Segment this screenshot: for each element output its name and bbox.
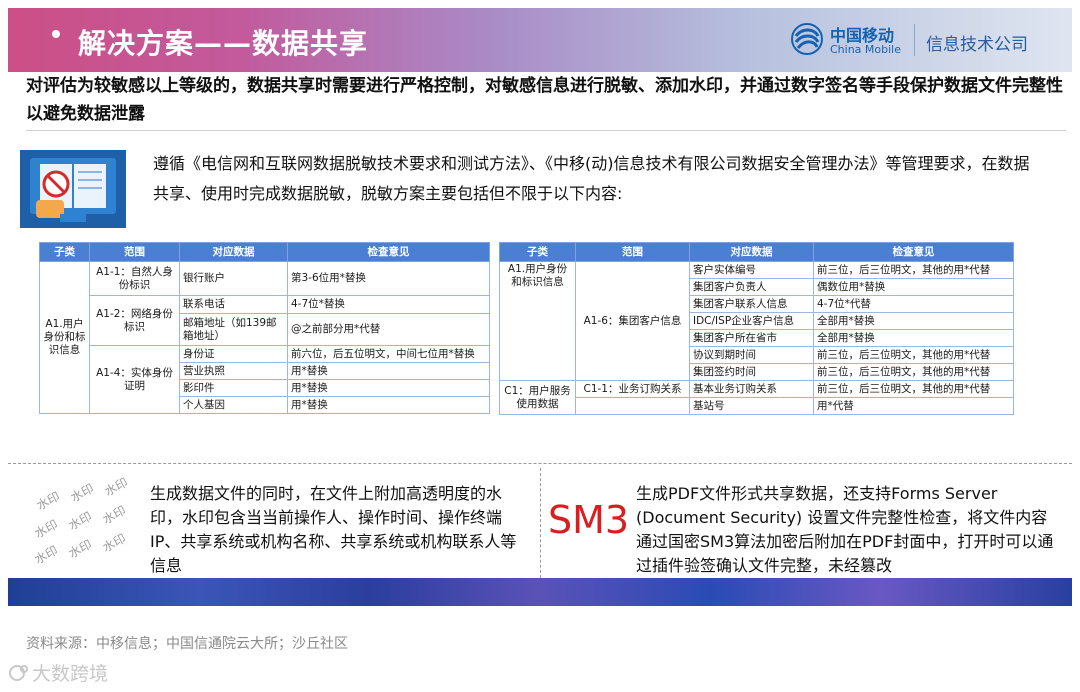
data-cell: 基本业务订购关系 [689,380,814,398]
data-cell: 集团客户负责人 [689,278,814,296]
column-header: 检查意见 [813,242,1014,262]
column-header: 子类 [39,242,90,262]
watermark-text: 水印 [100,503,129,527]
scope-cell: A1-4：实体身份证明 [89,345,180,414]
subcategory-cell: A1.用户身份和标识信息 [499,261,576,381]
watermark-sample-icon: 水印 水印 水印 水印 水印 水印 水印 水印 水印 [32,475,142,567]
opinion-cell: 前三位，后三位明文，其他的用*代替 [813,346,1014,364]
opinion-cell: 用*替换 [287,396,490,414]
opinion-cell: 全部用*替换 [813,312,1014,330]
data-cell: 客户实体编号 [689,261,814,279]
data-cell: IDC/ISP企业客户信息 [689,312,814,330]
bullet-dot [52,30,60,38]
table-row: A1.用户身份和标识信息 A1-6：集团客户信息 客户实体编号 前三位，后三位明… [499,261,1014,381]
subcategory-cell: C1：用户服务使用数据 [499,380,576,415]
header-bar: 解决方案——数据共享 中国移动 China Mobile 信息技术公司 [8,8,1072,72]
vertical-dashed-divider [540,468,541,578]
source-note: 资料来源：中移信息；中国信通院云大所；沙丘社区 [26,636,348,652]
table-row: A1.用户身份和标识信息 A1-1：自然人身份标识 银行账户 第3-6位用*替换 [39,261,490,414]
scope-cell: C1-1：业务订购关系 [575,380,690,398]
data-cell: 集团客户所在省市 [689,329,814,347]
opinion-cell: 全部用*替换 [813,329,1014,347]
sm3-description: 生成PDF文件形式共享数据，还支持Forms Server (Document … [636,484,1054,575]
subcategory-cell: A1.用户身份和标识信息 [39,261,90,414]
corner-watermark-text: 大数跨境 [32,663,109,685]
watermark-text: 水印 [66,537,95,561]
data-cell: 身份证 [179,345,288,363]
document-protection-illustration-icon [20,150,126,228]
watermark-text: 水印 [100,531,129,555]
slide: 解决方案——数据共享 中国移动 China Mobile 信息技术公司 对评估为… [8,8,1072,606]
data-cell: 银行账户 [179,261,288,296]
data-cell: 集团客户联系人信息 [689,295,814,313]
page-title: 解决方案——数据共享 [78,27,369,60]
table-row: 基站号 用*代替 [500,397,1014,415]
brand-mark-icon [9,665,28,681]
watermark-text: 水印 [102,475,131,499]
table-row: A1-2：网络身份标识 联系电话 4-7位*替换 [40,295,490,346]
data-cell: 个人基因 [179,396,288,414]
column-header: 对应数据 [689,242,814,262]
brand-name-en: China Mobile [830,43,902,56]
watermark-text: 水印 [34,489,63,513]
watermark-text: 水印 [32,517,61,541]
requirement-paragraph: 遵循《电信网和互联网数据脱敏技术要求和测试方法》、《中移(动)信息技术有限公司数… [153,154,1030,203]
watermark-text: 水印 [68,481,97,505]
desensitization-table-1: 子类 范围 对应数据 检查意见 A1.用户身份和标识信息 A1-1：自然人身份标… [39,242,490,414]
scope-cell: A1-1：自然人身份标识 [89,261,180,296]
data-cell: 协议到期时间 [689,346,814,364]
decorative-band [8,578,1072,606]
sm3-label: SM3 [548,498,630,542]
watermark-text: 水印 [66,509,95,533]
opinion-cell: 第3-6位用*替换 [287,261,490,296]
scope-cell [575,397,690,415]
data-cell: 基站号 [689,397,814,415]
column-header: 范围 [575,242,690,262]
opinion-cell: 4-7位*替换 [287,295,490,314]
column-header: 范围 [89,242,180,262]
table-row: C1：用户服务使用数据 C1-1：业务订购关系 基本业务订购关系 前三位，后三位… [499,380,1014,415]
opinion-cell: @之前部分用*代替 [287,313,490,346]
column-header: 子类 [499,242,576,262]
scope-cell: A1-6：集团客户信息 [575,261,690,381]
corner-watermark: 大数跨境 [8,659,108,686]
opinion-cell: 前六位，后五位明文，中间七位用*替换 [287,345,490,363]
data-cell: 联系电话 [179,295,288,314]
table-header-row: 子类 范围 对应数据 检查意见 [499,242,1014,262]
data-cell: 影印件 [179,379,288,397]
column-header: 对应数据 [179,242,288,262]
intro-text: 对评估为较敏感以上等级的，数据共享时需要进行严格控制，对敏感信息进行脱敏、添加水… [26,76,1063,124]
logo-divider [914,24,915,56]
data-cell: 邮箱地址（如139邮箱地址） [179,313,288,346]
scope-cell: A1-2：网络身份标识 [89,295,180,346]
watermark-text: 水印 [32,543,61,567]
company-name: 信息技术公司 [926,35,1028,55]
china-mobile-logo-icon [791,23,823,55]
dashed-divider [8,463,1072,464]
opinion-cell: 4-7位*代替 [813,295,1014,313]
opinion-cell: 用*替换 [287,362,490,380]
opinion-cell: 前三位，后三位明文，其他的用*代替 [813,380,1014,398]
data-cell: 集团签约时间 [689,363,814,381]
opinion-cell: 用*代替 [813,397,1014,415]
data-cell: 营业执照 [179,362,288,380]
opinion-cell: 前三位，后三位明文，其他的用*代替 [813,261,1014,279]
table-header-row: 子类 范围 对应数据 检查意见 [39,242,490,262]
opinion-cell: 前三位，后三位明文，其他的用*代替 [813,363,1014,381]
desensitization-table-2: 子类 范围 对应数据 检查意见 A1.用户身份和标识信息 A1-6：集团客户信息… [499,242,1014,415]
opinion-cell: 偶数位用*替换 [813,278,1014,296]
column-header: 检查意见 [287,242,490,262]
watermark-description: 生成数据文件的同时，在文件上附加高透明度的水印，水印包含当当前操作人、操作时间、… [150,484,517,575]
section-divider [26,130,1066,131]
opinion-cell: 用*替换 [287,379,490,397]
table-row: A1-4：实体身份证明 身份证 前六位，后五位明文，中间七位用*替换 [40,345,490,414]
